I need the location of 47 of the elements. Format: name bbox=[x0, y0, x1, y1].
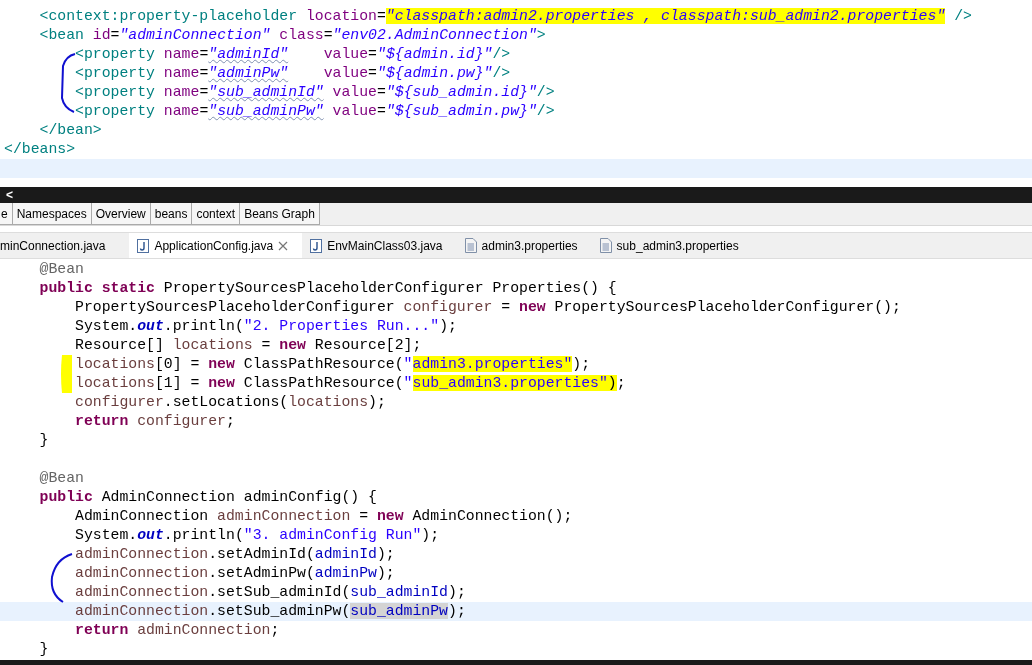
code-line: public static PropertySourcesPlaceholderConfigurer Properties() { bbox=[38, 279, 618, 298]
code-line: } bbox=[38, 431, 50, 450]
code-line: System.out.println("2. Properties Run..."); bbox=[74, 317, 458, 336]
page-tab[interactable]: Namespaces bbox=[12, 203, 92, 225]
code-line: configurer.setLocations(locations); bbox=[74, 393, 387, 412]
text-file-icon bbox=[599, 238, 612, 253]
java-file-icon bbox=[310, 238, 323, 253]
code-line: Resource[] locations = new Resource[2]; bbox=[74, 336, 423, 355]
close-icon[interactable] bbox=[278, 240, 289, 251]
code-line: <property name="adminPw" value="${admin.pw}"/> bbox=[74, 64, 512, 83]
bracket-mark bbox=[61, 53, 76, 113]
code-line: System.out.println("3. adminConfig Run"); bbox=[74, 526, 441, 545]
code-line: <bean id="adminConnection" class="env02.AdminConnection"> bbox=[38, 26, 547, 45]
editor-tab[interactable]: EnvMainClass03.java bbox=[302, 233, 457, 258]
code-line: <property name="sub_adminPw" value="${sub_admin.pw}"/> bbox=[74, 102, 556, 121]
page-tab[interactable]: beans bbox=[150, 203, 193, 225]
code-line: adminConnection.setAdminId(adminId); bbox=[74, 545, 396, 564]
bracket-mark bbox=[50, 553, 73, 603]
editor-tab[interactable]: admin3.properties bbox=[456, 233, 592, 258]
editor-tab[interactable]: sub_admin3.properties bbox=[591, 233, 753, 258]
code-line: <property name="adminId" value="${admin.id}"/> bbox=[74, 45, 512, 64]
highlighter-mark bbox=[61, 355, 72, 393]
scroll-left-button[interactable]: < bbox=[0, 188, 13, 202]
code-line: AdminConnection adminConnection = new AdminConnection(); bbox=[74, 507, 574, 526]
editor-tab[interactable]: ApplicationConfig.java bbox=[129, 233, 303, 258]
java-file-icon bbox=[137, 238, 150, 253]
code-line: } bbox=[38, 640, 50, 659]
code-line: return configurer; bbox=[74, 412, 236, 431]
code-line: adminConnection.setAdminPw(adminPw); bbox=[74, 564, 396, 583]
page-tab[interactable]: context bbox=[192, 203, 241, 225]
code-line: <context:property-placeholder location="classpath:admin2.properties , classpath:sub_admin2.properties" /> bbox=[38, 7, 973, 26]
text-file-icon bbox=[464, 238, 477, 253]
code-line: </bean> bbox=[38, 121, 103, 140]
code-line: return adminConnection; bbox=[74, 621, 281, 640]
editor-tab[interactable]: minConnection.java bbox=[0, 233, 130, 258]
code-line: </beans> bbox=[3, 140, 77, 159]
code-line: locations[0] = new ClassPathResource("admin3.properties"); bbox=[74, 355, 592, 374]
code-line: PropertySourcesPlaceholderConfigurer configurer = new PropertySourcesPlaceholderConfigurer(); bbox=[74, 298, 902, 317]
code-line: @Bean bbox=[38, 469, 85, 488]
code-line: adminConnection.setSub_adminId(sub_adminId); bbox=[74, 583, 467, 602]
code-line: @Bean bbox=[38, 260, 85, 279]
code-line: locations[1] = new ClassPathResource("sub_admin3.properties"); bbox=[74, 374, 627, 393]
page-tab[interactable]: e bbox=[0, 203, 13, 225]
page-tab[interactable]: Beans Graph bbox=[240, 203, 320, 225]
code-line: public AdminConnection adminConfig() { bbox=[38, 488, 378, 507]
code-line: <property name="sub_adminId" value="${sub_admin.id}"/> bbox=[74, 83, 556, 102]
page-tab[interactable]: Overview bbox=[91, 203, 151, 225]
